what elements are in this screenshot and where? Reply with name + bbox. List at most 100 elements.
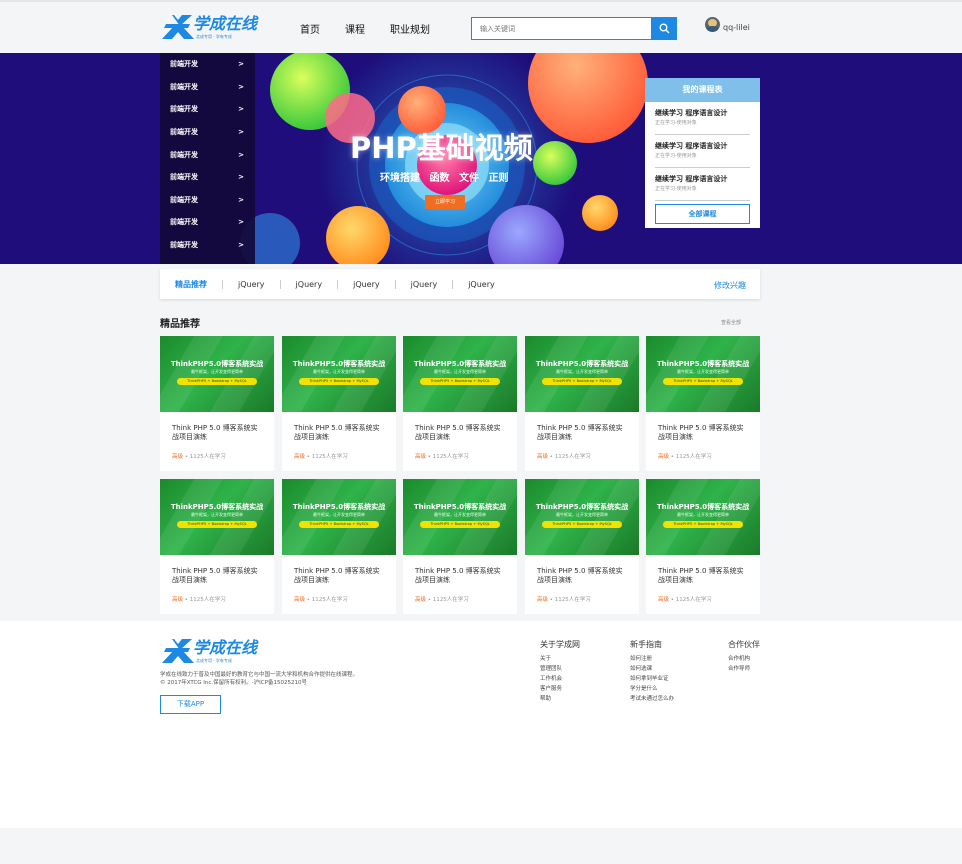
footer-link[interactable]: 客户服务: [540, 684, 580, 694]
course-thumbnail[interactable]: ThinkPHP5.0博客系统实战 最牛框架，让开发变得更简单 ThinkPHP5 …: [403, 479, 517, 555]
course-name[interactable]: Think PHP 5.0 博客系统实战项目演练: [537, 424, 627, 442]
footer-link[interactable]: 帮助: [540, 694, 580, 704]
view-all-link[interactable]: 查看全部: [721, 319, 741, 326]
thumbnail-badge: ThinkPHP5 + Bootstrap + MySQL: [420, 521, 500, 528]
edit-interests-link[interactable]: 修改兴趣: [714, 280, 746, 291]
search-button[interactable]: [652, 17, 677, 40]
thumbnail-subtitle: 最牛框架，让开发变得更简单: [191, 512, 243, 517]
thumbnail-subtitle: 最牛框架，让开发变得更简单: [556, 512, 608, 517]
tag-item[interactable]: jQuery: [453, 280, 510, 289]
course-card[interactable]: ThinkPHP5.0博客系统实战 最牛框架，让开发变得更简单 ThinkPHP5 …: [525, 479, 639, 614]
thumbnail-badge: ThinkPHP5 + Bootstrap + MySQL: [542, 378, 622, 385]
course-learners: • 1125人在学习: [548, 597, 591, 603]
section-title: 精品推荐: [160, 319, 200, 330]
course-entry[interactable]: 继续学习 程序语言设计 正在学习-使用对象: [655, 135, 750, 168]
course-learners: • 1125人在学习: [305, 597, 348, 603]
category-item[interactable]: 前端开发 >: [160, 76, 255, 99]
footer-link[interactable]: 如何注册: [630, 654, 674, 664]
course-card[interactable]: ThinkPHP5.0博客系统实战 最牛框架，让开发变得更简单 ThinkPHP5 …: [646, 336, 760, 471]
course-thumbnail[interactable]: ThinkPHP5.0博客系统实战 最牛框架，让开发变得更简单 ThinkPHP5 …: [403, 336, 517, 412]
category-item[interactable]: 前端开发 >: [160, 53, 255, 76]
course-card[interactable]: ThinkPHP5.0博客系统实战 最牛框架，让开发变得更简单 ThinkPHP5 …: [646, 479, 760, 614]
category-item[interactable]: 前端开发 >: [160, 234, 255, 257]
tag-item[interactable]: jQuery: [223, 279, 281, 289]
search-bar: [471, 17, 677, 40]
course-name[interactable]: Think PHP 5.0 博客系统实战项目演练: [537, 567, 627, 585]
course-meta: 高级 • 1125人在学习: [172, 595, 262, 603]
course-card[interactable]: ThinkPHP5.0博客系统实战 最牛框架，让开发变得更简单 ThinkPHP5 …: [160, 479, 274, 614]
thumbnail-subtitle: 最牛框架，让开发变得更简单: [677, 369, 729, 374]
category-item[interactable]: 前端开发 >: [160, 211, 255, 234]
course-meta: 高级 • 1125人在学习: [294, 595, 384, 603]
course-thumbnail[interactable]: ThinkPHP5.0博客系统实战 最牛框架，让开发变得更简单 ThinkPHP5 …: [160, 336, 274, 412]
course-entry[interactable]: 继续学习 程序语言设计 正在学习-使用对象: [655, 102, 750, 135]
nav-career[interactable]: 职业规划: [390, 21, 430, 36]
search-input[interactable]: [471, 17, 652, 40]
chevron-right-icon: >: [238, 150, 244, 159]
course-card[interactable]: ThinkPHP5.0博客系统实战 最牛框架，让开发变得更简单 ThinkPHP5 …: [403, 479, 517, 614]
download-app-button[interactable]: 下载APP: [160, 695, 221, 714]
user-menu[interactable]: qq-lilei: [705, 17, 750, 32]
course-name[interactable]: Think PHP 5.0 博客系统实战项目演练: [294, 424, 384, 442]
course-card[interactable]: ThinkPHP5.0博客系统实战 最牛框架，让开发变得更简单 ThinkPHP5 …: [282, 336, 396, 471]
course-level: 高级: [415, 597, 427, 603]
banner-learn-button[interactable]: 立即学习: [425, 195, 465, 209]
course-thumbnail[interactable]: ThinkPHP5.0博客系统实战 最牛框架，让开发变得更简单 ThinkPHP5 …: [525, 479, 639, 555]
avatar[interactable]: [705, 17, 720, 32]
course-name[interactable]: Think PHP 5.0 博客系统实战项目演练: [294, 567, 384, 585]
footer-link[interactable]: 如何选课: [630, 664, 674, 674]
footer-link[interactable]: 合作机构: [728, 654, 760, 664]
course-thumbnail[interactable]: ThinkPHP5.0博客系统实战 最牛框架，让开发变得更简单 ThinkPHP5 …: [646, 336, 760, 412]
course-thumbnail[interactable]: ThinkPHP5.0博客系统实战 最牛框架，让开发变得更简单 ThinkPHP5 …: [525, 336, 639, 412]
user-name[interactable]: qq-lilei: [723, 23, 750, 32]
footer-link[interactable]: 合作导师: [728, 664, 760, 674]
hero-banner: 前端开发 > 前端开发 > 前端开发 > 前端开发 > 前端开发 > 前端开发 > 前端开发…: [0, 53, 962, 264]
course-name[interactable]: Think PHP 5.0 博客系统实战项目演练: [172, 424, 262, 442]
category-item[interactable]: 前端开发 >: [160, 98, 255, 121]
course-level: 高级: [658, 597, 670, 603]
course-entry[interactable]: 继续学习 程序语言设计 正在学习-使用对象: [655, 168, 750, 201]
footer-link[interactable]: 学分是什么: [630, 684, 674, 694]
course-card[interactable]: ThinkPHP5.0博客系统实战 最牛框架，让开发变得更简单 ThinkPHP5 …: [160, 336, 274, 471]
banner-title: PHP基础视频: [350, 131, 533, 165]
footer-logo[interactable]: 学成在线 北成专用 · 学有专成: [160, 636, 260, 666]
footer-link[interactable]: 考试未通过怎么办: [630, 694, 674, 704]
footer-link[interactable]: 管理团队: [540, 664, 580, 674]
course-name[interactable]: Think PHP 5.0 博客系统实战项目演练: [658, 567, 748, 585]
course-name[interactable]: Think PHP 5.0 博客系统实战项目演练: [172, 567, 262, 585]
footer-link[interactable]: 工作机会: [540, 674, 580, 684]
nav-courses[interactable]: 课程: [345, 21, 365, 36]
course-meta: 高级 • 1125人在学习: [537, 452, 627, 460]
course-thumbnail[interactable]: ThinkPHP5.0博客系统实战 最牛框架，让开发变得更简单 ThinkPHP5 …: [160, 479, 274, 555]
course-card[interactable]: ThinkPHP5.0博客系统实战 最牛框架，让开发变得更简单 ThinkPHP5 …: [525, 336, 639, 471]
course-level: 高级: [294, 597, 306, 603]
course-name[interactable]: Think PHP 5.0 博客系统实战项目演练: [658, 424, 748, 442]
course-name[interactable]: Think PHP 5.0 博客系统实战项目演练: [415, 424, 505, 442]
course-meta: 高级 • 1125人在学习: [172, 452, 262, 460]
my-course-panel: 我的课程表 继续学习 程序语言设计 正在学习-使用对象 继续学习 程序语言设计 …: [645, 78, 760, 228]
tag-item[interactable]: jQuery: [338, 279, 396, 289]
category-item[interactable]: 前端开发 >: [160, 121, 255, 144]
tag-featured[interactable]: 精品推荐: [160, 279, 223, 289]
category-item[interactable]: 前端开发 >: [160, 166, 255, 189]
footer-link[interactable]: 如何拿到毕业证: [630, 674, 674, 684]
all-courses-button[interactable]: 全部课程: [655, 204, 750, 224]
thumbnail-badge: ThinkPHP5 + Bootstrap + MySQL: [420, 378, 500, 385]
nav-home[interactable]: 首页: [300, 21, 320, 36]
category-item[interactable]: 前端开发 >: [160, 189, 255, 212]
tag-item[interactable]: jQuery: [396, 279, 454, 289]
main-nav: 首页 课程 职业规划: [300, 21, 455, 36]
course-thumbnail[interactable]: ThinkPHP5.0博客系统实战 最牛框架，让开发变得更简单 ThinkPHP5 …: [282, 479, 396, 555]
course-name[interactable]: Think PHP 5.0 博客系统实战项目演练: [415, 567, 505, 585]
course-thumbnail[interactable]: ThinkPHP5.0博客系统实战 最牛框架，让开发变得更简单 ThinkPHP5 …: [646, 479, 760, 555]
footer-link[interactable]: 关于: [540, 654, 580, 664]
category-item[interactable]: 前端开发 >: [160, 143, 255, 166]
site-logo[interactable]: 学成在线 北成专用 · 学有专成: [160, 12, 260, 42]
tag-item[interactable]: jQuery: [281, 279, 339, 289]
course-meta: 高级 • 1125人在学习: [658, 595, 748, 603]
course-card[interactable]: ThinkPHP5.0博客系统实战 最牛框架，让开发变得更简单 ThinkPHP5 …: [403, 336, 517, 471]
course-card[interactable]: ThinkPHP5.0博客系统实战 最牛框架，让开发变得更简单 ThinkPHP5 …: [282, 479, 396, 614]
course-thumbnail[interactable]: ThinkPHP5.0博客系统实战 最牛框架，让开发变得更简单 ThinkPHP5 …: [282, 336, 396, 412]
thumbnail-subtitle: 最牛框架，让开发变得更简单: [434, 369, 486, 374]
chevron-right-icon: >: [238, 195, 244, 204]
